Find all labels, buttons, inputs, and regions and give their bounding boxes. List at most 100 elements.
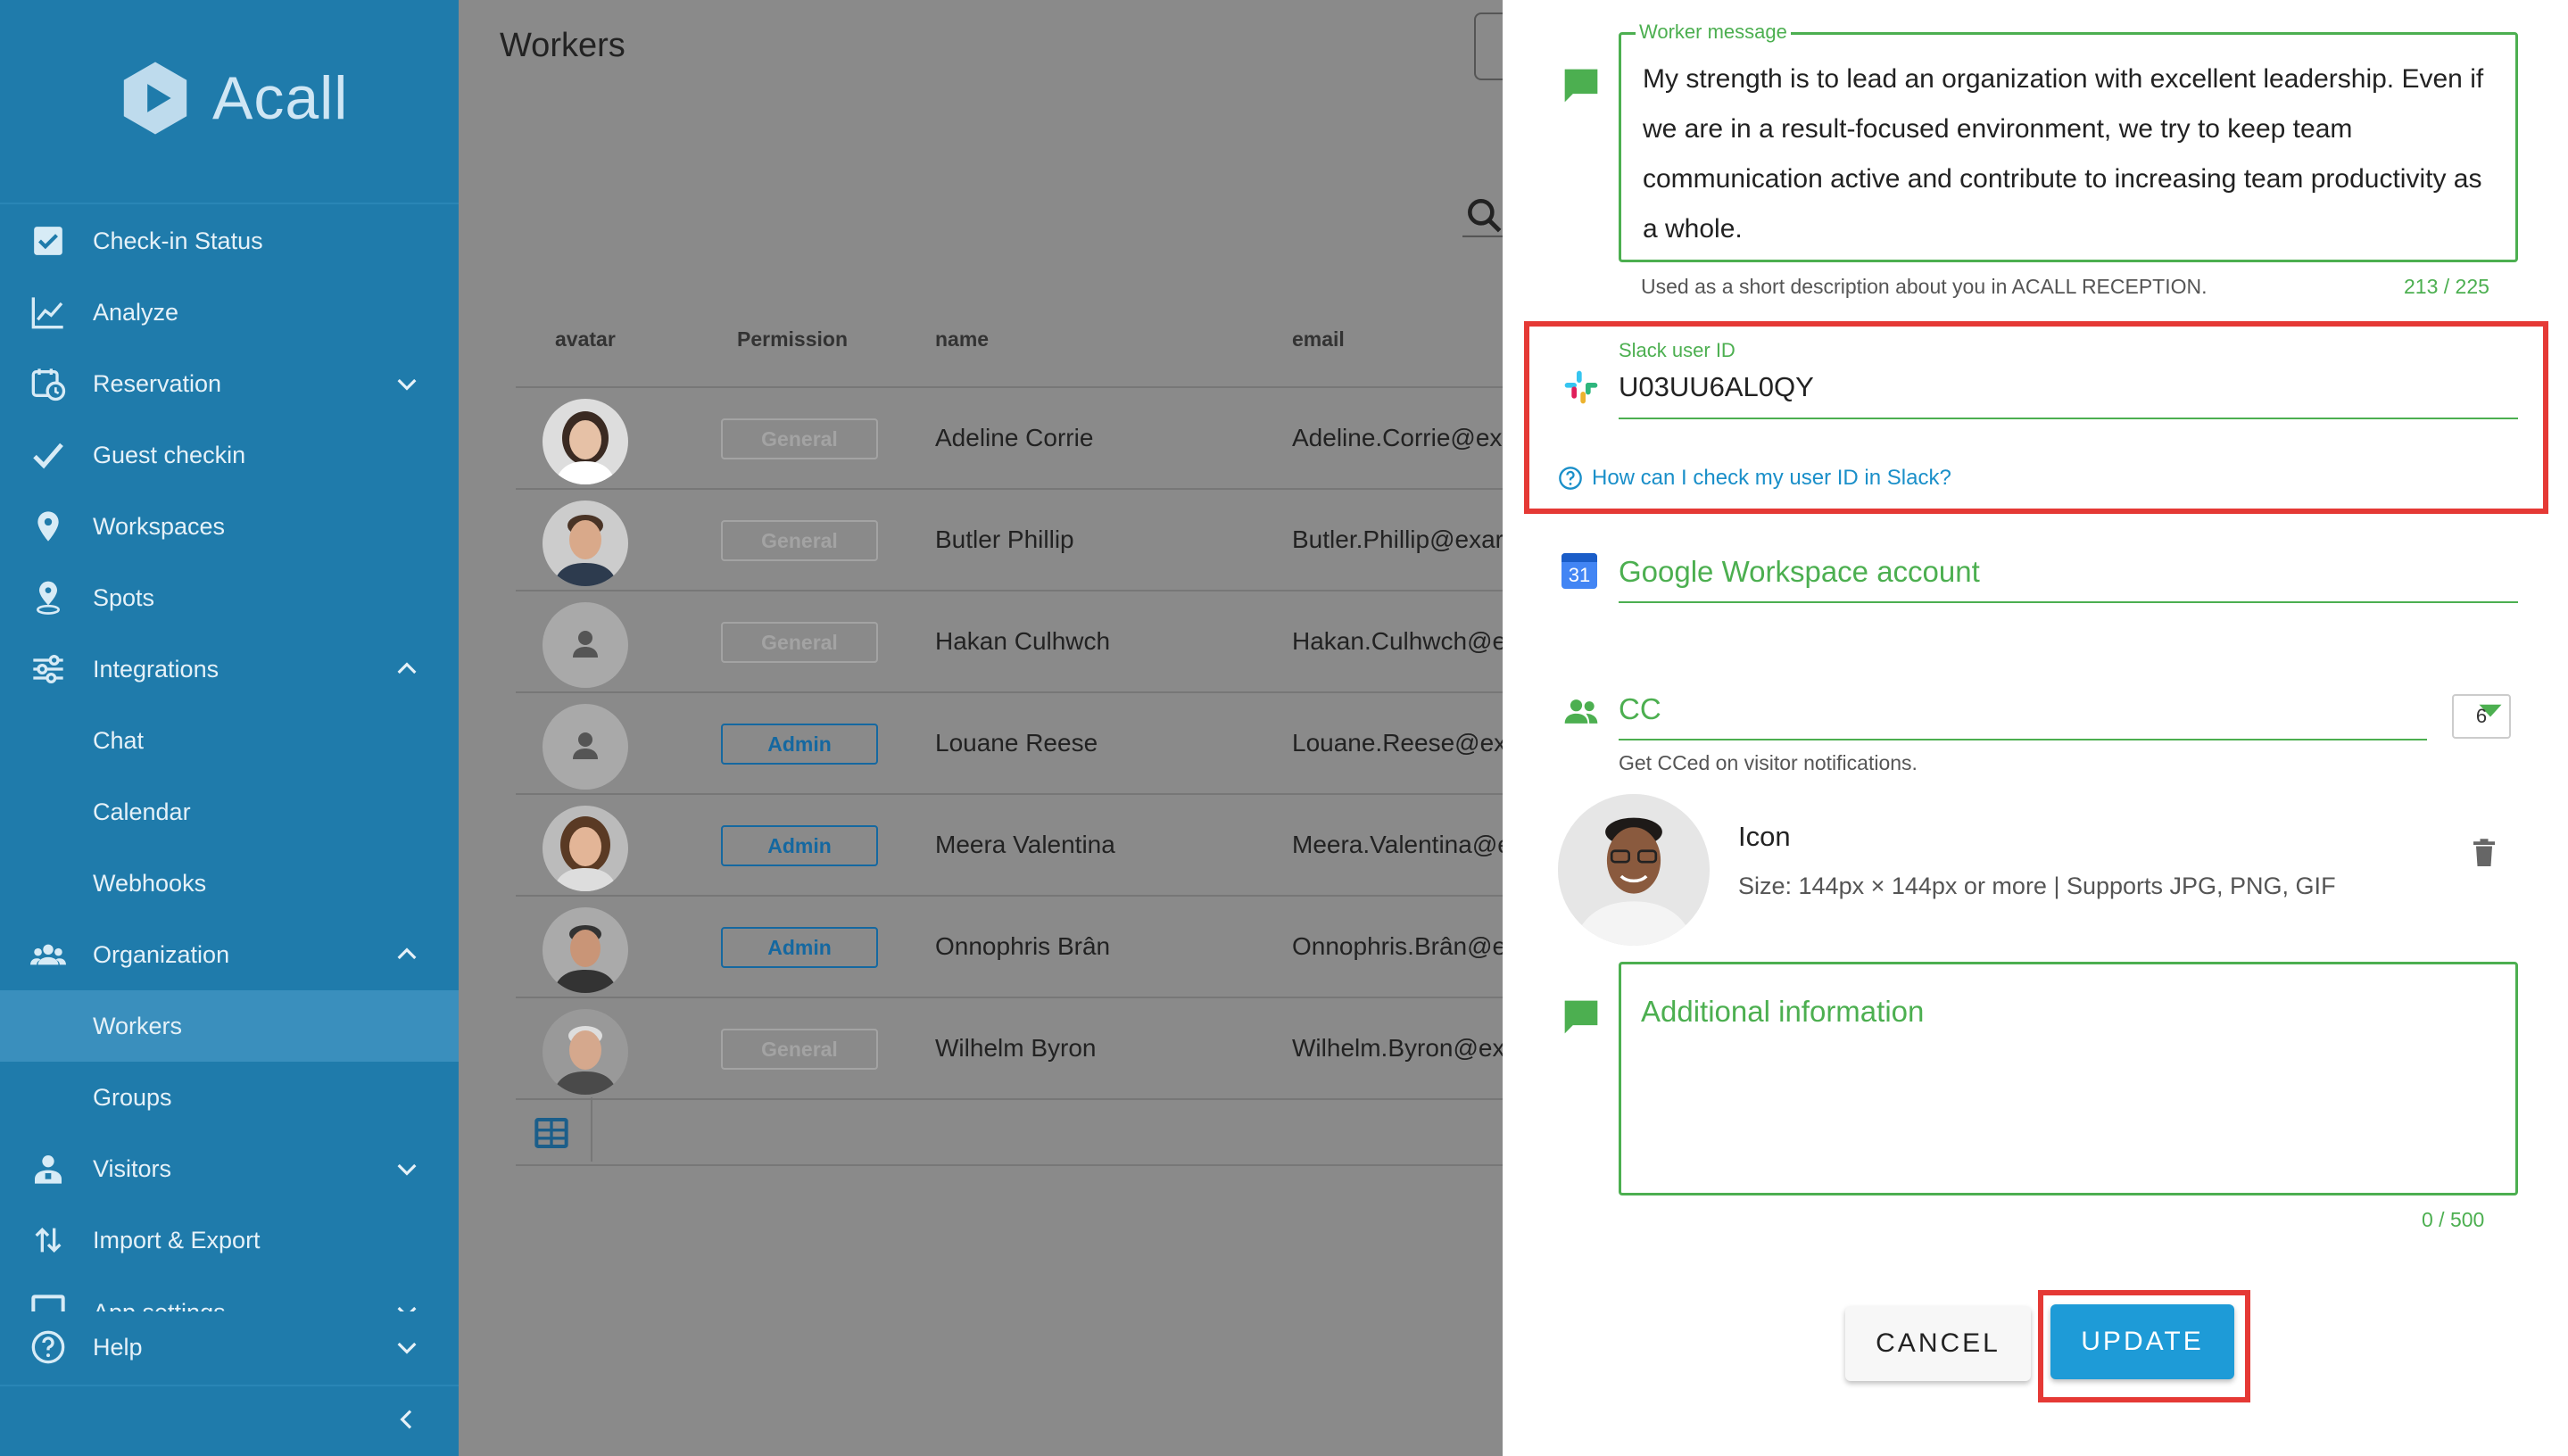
permission-badge: General <box>721 622 878 663</box>
permission-badge: General <box>721 418 878 459</box>
sidebar-item-analyze[interactable]: Analyze <box>0 277 459 348</box>
worker-name: Louane Reese <box>935 729 1098 757</box>
chevron-down-icon <box>397 378 417 391</box>
column-header-avatar[interactable]: avatar <box>555 327 616 352</box>
worker-email: Meera.Valentina@e <box>1292 831 1512 858</box>
worker-name: Onnophris Brân <box>935 932 1111 960</box>
chevron-down-icon <box>397 1342 417 1354</box>
sidebar-divider <box>0 203 459 204</box>
worker-email: Louane.Reese@ex <box>1292 729 1507 757</box>
worker-email: Butler.Phillip@exar <box>1292 525 1504 553</box>
pin-person-icon <box>30 580 66 616</box>
sidebar-item-spots[interactable]: Spots <box>0 562 459 633</box>
update-button[interactable]: UPDATE <box>2050 1304 2234 1379</box>
table-divider <box>516 1164 1503 1166</box>
cc-select-underline <box>1619 739 2427 740</box>
toolbar-button[interactable] <box>1474 12 1504 80</box>
chat-bubble-icon <box>1564 69 1598 103</box>
people-icon <box>30 937 66 972</box>
permission-badge: General <box>721 520 878 561</box>
column-header-name[interactable]: name <box>935 327 989 352</box>
acall-logo-icon <box>123 62 187 135</box>
worker-name: Hakan Culhwch <box>935 627 1111 655</box>
sidebar-item-guest-checkin[interactable]: Guest checkin <box>0 419 459 491</box>
worker-name: Meera Valentina <box>935 831 1115 858</box>
worker-name: Adeline Corrie <box>935 424 1094 451</box>
avatar <box>543 399 628 484</box>
sidebar-help: Help <box>0 1311 459 1383</box>
sidebar-item-help[interactable]: Help <box>0 1311 459 1383</box>
google-calendar-icon: 31 <box>1562 553 1597 589</box>
cc-select[interactable]: CC <box>1619 692 1661 726</box>
table-row[interactable]: General Wilhelm Byron Wilhelm.Byron@ex <box>516 998 1505 1100</box>
table-row[interactable]: General Hakan Culhwch Hakan.Culhwch@e <box>516 592 1506 693</box>
slack-icon <box>1564 370 1598 404</box>
slack-user-id-label: Slack user ID <box>1619 339 1735 361</box>
table-divider <box>516 1098 1503 1100</box>
additional-information-counter: 0 / 500 <box>2422 1208 2485 1231</box>
sidebar-item-reservation[interactable]: Reservation <box>0 348 459 419</box>
question-circle-icon <box>1559 467 1582 490</box>
worker-message-value: My strength is to lead an organization w… <box>1643 64 2484 244</box>
sidebar-item-integrations[interactable]: Integrations <box>0 633 459 705</box>
trash-icon[interactable] <box>2468 835 2500 871</box>
window-icon <box>30 1294 66 1311</box>
search-icon[interactable] <box>1462 189 1507 243</box>
table-row[interactable]: Admin Louane Reese Louane.Reese@ex <box>516 693 1507 795</box>
permission-badge: Admin <box>721 724 878 765</box>
sidebar-item-organization[interactable]: Organization <box>0 919 459 990</box>
worker-email: Wilhelm.Byron@ex <box>1292 1034 1505 1062</box>
slack-user-id-input[interactable]: U03UU6AL0QY <box>1619 371 1814 403</box>
cc-hint: Get CCed on visitor notifications. <box>1619 751 1918 774</box>
table-row[interactable]: Admin Meera Valentina Meera.Valentina@e <box>516 795 1512 897</box>
slack-help-link[interactable]: How can I check my user ID in Slack? <box>1558 466 1951 491</box>
google-workspace-account-input[interactable]: Google Workspace account <box>1619 555 1980 589</box>
sidebar-item-import-export[interactable]: Import & Export <box>0 1204 459 1276</box>
slack-help-link-text: How can I check my user ID in Slack? <box>1592 466 1951 490</box>
brand-name: Acall <box>212 64 349 132</box>
sliders-icon <box>30 651 66 687</box>
avatar <box>543 500 628 586</box>
visitor-icon <box>30 1151 66 1187</box>
sidebar-item-workspaces[interactable]: Workspaces <box>0 491 459 562</box>
sidebar-item-webhooks[interactable]: Webhooks <box>0 848 459 919</box>
edit-worker-drawer: Worker message My strength is to lead an… <box>1503 0 2568 1456</box>
import-export-icon <box>30 1222 66 1258</box>
slack-input-underline <box>1619 418 2518 419</box>
google-input-underline <box>1619 601 2518 603</box>
sidebar-item-chat[interactable]: Chat <box>0 705 459 776</box>
worker-email: Onnophris.Brân@e <box>1292 932 1507 960</box>
table-view-icon[interactable] <box>534 1115 569 1151</box>
collapse-sidebar-icon[interactable] <box>393 1405 421 1434</box>
chevron-down-icon <box>397 1306 417 1311</box>
checkmark-icon <box>30 437 66 473</box>
permission-badge: Admin <box>721 927 878 968</box>
sidebar-item-app-settings[interactable]: App settings <box>0 1276 459 1311</box>
sidebar: Acall Check-in Status Analyze Reservatio… <box>0 0 459 1456</box>
avatar-placeholder <box>543 704 628 790</box>
table-row[interactable]: General Adeline Corrie Adeline.Corrie@ex <box>516 388 1503 490</box>
additional-information-field[interactable]: Additional information <box>1619 962 2518 1195</box>
chat-bubble-icon <box>1564 1000 1598 1034</box>
worker-icon-image[interactable] <box>1558 794 1710 946</box>
sidebar-item-visitors[interactable]: Visitors <box>0 1133 459 1204</box>
cancel-button[interactable]: CANCEL <box>1845 1306 2031 1381</box>
sidebar-item-workers[interactable]: Workers <box>0 990 459 1062</box>
sidebar-item-calendar[interactable]: Calendar <box>0 776 459 848</box>
table-row[interactable]: Admin Onnophris Brân Onnophris.Brân@e <box>516 897 1507 998</box>
column-header-email[interactable]: email <box>1292 327 1345 352</box>
person-icon <box>573 732 598 759</box>
people-icon <box>1564 699 1598 724</box>
column-header-permission[interactable]: Permission <box>737 327 848 352</box>
sidebar-divider <box>0 1385 459 1386</box>
table-row[interactable]: General Butler Phillip Butler.Phillip@ex… <box>516 490 1504 592</box>
avatar <box>543 1009 628 1095</box>
sidebar-item-groups[interactable]: Groups <box>0 1062 459 1133</box>
worker-message-field[interactable]: Worker message My strength is to lead an… <box>1619 21 2518 262</box>
brand-logo[interactable]: Acall <box>116 54 357 143</box>
sidebar-item-check-in-status[interactable]: Check-in Status <box>0 205 459 277</box>
line-chart-icon <box>30 294 66 330</box>
calendar-clock-icon <box>30 366 66 401</box>
cc-count: 6 <box>2452 694 2511 739</box>
question-circle-icon <box>30 1329 66 1365</box>
